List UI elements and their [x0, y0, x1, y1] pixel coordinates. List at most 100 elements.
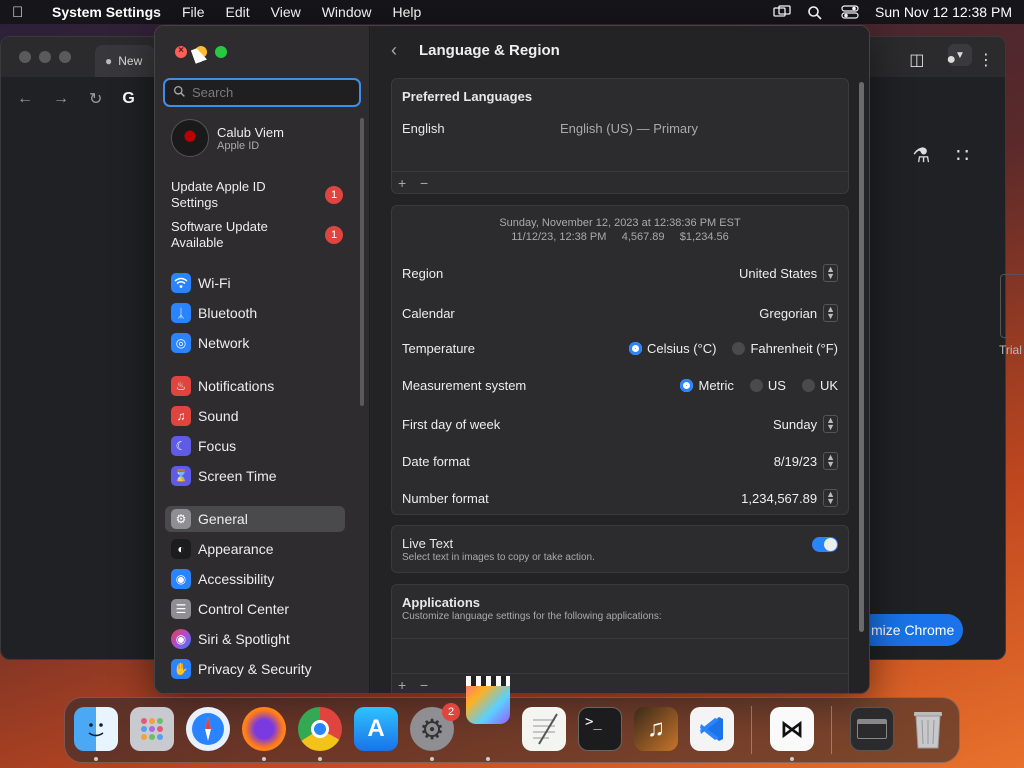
profile-icon[interactable]: ● [946, 51, 956, 69]
app-store-icon[interactable]: A [354, 707, 398, 751]
chrome-zoom-icon[interactable] [59, 51, 71, 63]
radio-selected-icon [628, 342, 642, 355]
capcut-icon[interactable]: ⋈ [770, 707, 814, 751]
sidebar-item-network[interactable]: ◎ Network [165, 330, 345, 356]
remove-language-button[interactable]: − [420, 175, 442, 191]
trash-icon[interactable] [906, 707, 950, 751]
apple-id-profile[interactable]: Calub Viem Apple ID [171, 119, 284, 157]
finder-icon[interactable] [74, 707, 118, 751]
add-language-button[interactable]: + [398, 175, 420, 191]
menu-edit[interactable]: Edit [226, 4, 250, 20]
sidebar-item-general[interactable]: ⚙ General [165, 506, 345, 532]
final-cut-icon[interactable] [466, 676, 510, 724]
sidebar-item-label: Control Center [198, 601, 290, 617]
back-arrow-icon[interactable]: ← [17, 90, 33, 108]
first-day-select[interactable]: Sunday ▲ ▼ [773, 415, 838, 433]
spotlight-search-icon[interactable] [807, 5, 825, 20]
menu-help[interactable]: Help [393, 4, 422, 20]
menu-window[interactable]: Window [322, 4, 372, 20]
bell-icon: ♨ [171, 376, 191, 396]
sidebar-scrollbar[interactable] [360, 118, 364, 406]
region-select[interactable]: United States ▲ ▼ [739, 264, 838, 282]
sidebar-item-bluetooth[interactable]: ᛣ Bluetooth [165, 300, 345, 326]
radio-unselected-icon [801, 379, 815, 392]
apps-grid-icon[interactable]: ∷ [956, 143, 969, 168]
window-icon[interactable] [850, 707, 894, 751]
language-name[interactable]: English [402, 121, 445, 136]
sidebar-item-control-center[interactable]: ☰ Control Center [165, 596, 345, 622]
software-update-notice[interactable]: Software Update Available 1 [171, 219, 351, 251]
fahrenheit-radio[interactable]: Fahrenheit (°F) [732, 341, 838, 356]
bluetooth-icon: ᛣ [171, 303, 191, 323]
wifi-icon [171, 273, 191, 293]
first-day-label: First day of week [402, 416, 501, 432]
celsius-radio[interactable]: Celsius (°C) [628, 341, 716, 356]
apple-menu-icon[interactable]:  [12, 4, 36, 21]
firefox-icon[interactable] [242, 707, 286, 751]
search-input[interactable] [192, 85, 352, 100]
sidebar-item-screen-time[interactable]: ⌛ Screen Time [165, 463, 345, 489]
vscode-icon[interactable] [690, 707, 734, 751]
sidebar-item-focus[interactable]: ☾ Focus [165, 433, 345, 459]
sidebar-item-notifications[interactable]: ♨ Notifications [165, 373, 345, 399]
remove-application-button[interactable]: − [420, 677, 442, 693]
live-text-toggle[interactable] [812, 537, 838, 552]
sidebar-item-siri-spotlight[interactable]: ◉ Siri & Spotlight [165, 626, 345, 652]
chrome-icon[interactable] [298, 707, 342, 751]
add-application-button[interactable]: + [398, 677, 420, 693]
sidebar-item-wifi[interactable]: Wi-Fi [165, 270, 345, 296]
notice-badge: 1 [325, 226, 343, 244]
textedit-icon[interactable] [522, 707, 566, 751]
uk-radio[interactable]: UK [801, 378, 838, 393]
calendar-select[interactable]: Gregorian ▲ ▼ [759, 304, 838, 322]
zoom-button[interactable] [215, 46, 227, 58]
sidebar-item-label: Focus [198, 438, 237, 454]
siri-icon: ◉ [171, 629, 191, 649]
reload-icon[interactable]: ↻ [89, 89, 102, 109]
search-icon [173, 85, 186, 101]
content-scrollbar[interactable] [859, 82, 864, 632]
more-menu-icon[interactable]: ⋮ [978, 50, 994, 70]
dock: A ⚙ 2 >_ ♫ ⋈ [64, 676, 960, 763]
sidebar-item-label: Notifications [198, 378, 275, 394]
search-field[interactable] [163, 78, 361, 107]
launchpad-icon[interactable] [130, 707, 174, 751]
customize-chrome-button[interactable]: mize Chrome [857, 614, 963, 646]
control-center-icon: ☰ [171, 599, 191, 619]
sidebar-item-label: Network [198, 335, 250, 351]
chrome-tab[interactable]: ● New [95, 45, 155, 77]
sidebar-item-accessibility[interactable]: ◉ Accessibility [165, 566, 345, 592]
chevron-updown-icon: ▲ ▼ [823, 304, 838, 322]
menu-view[interactable]: View [271, 4, 301, 20]
back-chevron-icon[interactable]: ‹ [391, 40, 397, 61]
sidebar-item-sound[interactable]: ♫ Sound [165, 403, 345, 429]
terminal-icon[interactable]: >_ [578, 707, 622, 751]
live-text-label: Live Text [402, 536, 454, 551]
control-center-menu-icon[interactable] [841, 5, 859, 19]
menubar-clock[interactable]: Sun Nov 12 12:38 PM [875, 4, 1012, 20]
settings-badge: 2 [442, 703, 460, 721]
labs-flask-icon[interactable]: ⚗ [912, 143, 930, 168]
side-panel-icon[interactable]: ◫ [909, 50, 924, 70]
chrome-minimize-icon[interactable] [39, 51, 51, 63]
date-format-select[interactable]: 8/19/23 ▲ ▼ [774, 452, 838, 470]
chrome-favicon-icon: ● [105, 54, 113, 68]
garageband-icon[interactable]: ♫ [634, 707, 678, 751]
chrome-close-icon[interactable] [19, 51, 31, 63]
update-apple-id-notice[interactable]: Update Apple ID Settings 1 [171, 179, 351, 211]
screen-mirroring-icon[interactable] [773, 5, 791, 19]
us-radio[interactable]: US [749, 378, 786, 393]
radio-selected-icon [680, 379, 694, 392]
sidebar-item-privacy-security[interactable]: ✋ Privacy & Security [165, 656, 345, 682]
preview-date-line: Sunday, November 12, 2023 at 12:38:36 PM… [499, 217, 741, 229]
app-menu[interactable]: System Settings [52, 4, 161, 20]
metric-radio[interactable]: Metric [680, 378, 734, 393]
number-format-select[interactable]: 1,234,567.89 ▲ ▼ [741, 489, 838, 507]
close-button[interactable]: × [175, 45, 187, 58]
sidebar-item-appearance[interactable]: ◐ Appearance [165, 536, 345, 562]
forward-arrow-icon[interactable]: → [53, 90, 69, 108]
safari-icon[interactable] [186, 707, 230, 751]
uk-label: UK [819, 378, 838, 393]
menu-file[interactable]: File [182, 4, 205, 20]
running-indicator [430, 757, 434, 761]
